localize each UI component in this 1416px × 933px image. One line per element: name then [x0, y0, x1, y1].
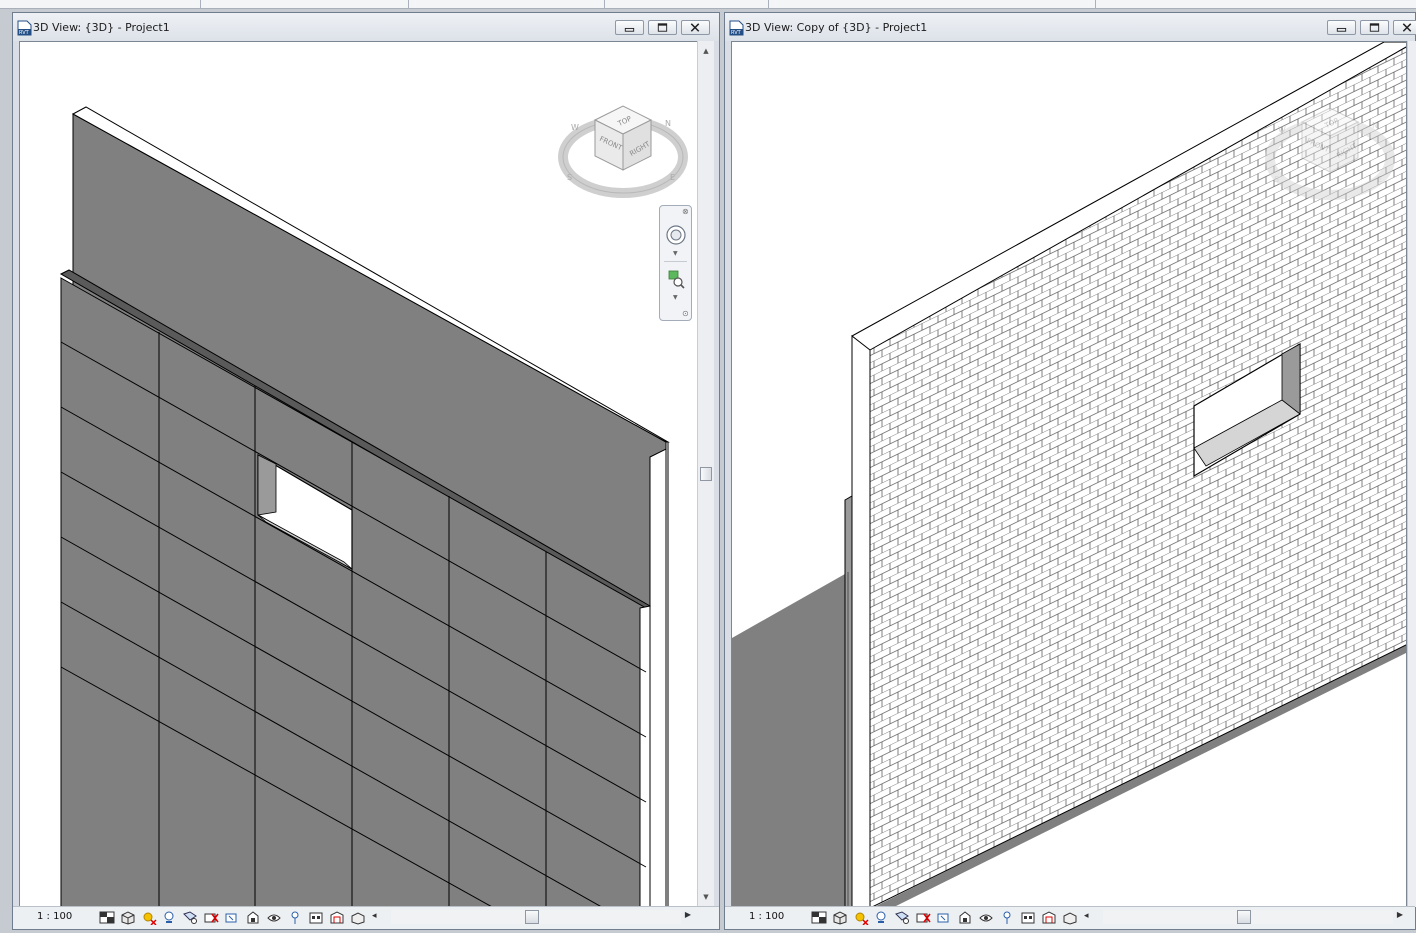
- window-title: 3D View: Copy of {3D} - Project1: [745, 21, 928, 34]
- tab-separator: [1095, 0, 1096, 8]
- tab-separator: [200, 0, 201, 8]
- close-button[interactable]: [681, 20, 710, 35]
- shadows-icon[interactable]: [873, 910, 889, 925]
- horizontal-scroll-thumb[interactable]: [1237, 910, 1251, 924]
- crop-view-icon[interactable]: [915, 910, 931, 925]
- visual-style-icon[interactable]: [120, 910, 136, 925]
- compass-south[interactable]: S: [567, 173, 572, 182]
- restore-icon: [1369, 23, 1380, 32]
- shadows-icon[interactable]: [161, 910, 177, 925]
- detail-level-icon[interactable]: [99, 910, 115, 925]
- compass-west[interactable]: W: [1278, 125, 1286, 134]
- scroll-down-arrow-icon[interactable]: ▼: [698, 891, 714, 903]
- window-title-bar[interactable]: RVT 3D View: Copy of {3D} - Project1: [725, 13, 1416, 41]
- minimize-button[interactable]: [1327, 20, 1356, 35]
- viewcube[interactable]: TOP FRONT RIGHT S E N W: [1262, 92, 1398, 202]
- highlight-displacement-icon[interactable]: [350, 910, 366, 925]
- reveal-hidden-icon[interactable]: [999, 910, 1015, 925]
- view-control-bar-collapse-icon[interactable]: ◂: [372, 911, 377, 921]
- scroll-up-arrow-icon[interactable]: ▲: [698, 45, 714, 57]
- view-control-bar: 1 : 100 ◂ ▶: [725, 906, 1415, 929]
- temporary-hide-icon[interactable]: [266, 910, 282, 925]
- vertical-scrollbar[interactable]: ▲ ▼: [697, 41, 714, 907]
- minimize-icon: [1336, 27, 1347, 32]
- zoom-dropdown-icon[interactable]: ▼: [673, 294, 678, 301]
- top-ribbon-strip: [0, 0, 1416, 9]
- detail-level-icon[interactable]: [811, 910, 827, 925]
- navbar-separator: [664, 261, 687, 262]
- close-icon: [1402, 23, 1412, 32]
- sun-path-icon[interactable]: [141, 910, 157, 925]
- show-crop-icon[interactable]: [224, 910, 240, 925]
- restore-button[interactable]: [1360, 20, 1389, 35]
- minimize-button[interactable]: [615, 20, 644, 35]
- viewcube[interactable]: TOP FRONT RIGHT S E N W: [555, 90, 691, 200]
- view-control-bar-collapse-icon[interactable]: ◂: [1084, 911, 1089, 921]
- vertical-scroll-thumb[interactable]: [700, 467, 712, 481]
- tab-separator: [768, 0, 769, 8]
- navbar-close-icon[interactable]: ⊗: [682, 207, 689, 216]
- render-icon[interactable]: [894, 910, 910, 925]
- view-scale[interactable]: 1 : 100: [749, 911, 784, 922]
- window-title: 3D View: {3D} - Project1: [33, 21, 170, 34]
- file-icon-label: RVT: [731, 30, 742, 36]
- reveal-hidden-icon[interactable]: [287, 910, 303, 925]
- tab-separator: [604, 0, 605, 8]
- restore-button[interactable]: [648, 20, 677, 35]
- analytical-model-icon[interactable]: [329, 910, 345, 925]
- worksharing-icon[interactable]: [308, 910, 324, 925]
- compass-north[interactable]: N: [665, 119, 671, 128]
- vertical-scrollbar[interactable]: [1407, 41, 1416, 907]
- view-scale[interactable]: 1 : 100: [37, 911, 72, 922]
- window-title-bar[interactable]: RVT 3D View: {3D} - Project1: [13, 13, 719, 41]
- horizontal-scrollbar[interactable]: ▶: [1093, 909, 1403, 925]
- crop-view-icon[interactable]: [203, 910, 219, 925]
- compass-west[interactable]: W: [571, 123, 579, 132]
- horizontal-scroll-thumb[interactable]: [525, 910, 539, 924]
- steering-wheel-dropdown-icon[interactable]: ▼: [673, 250, 678, 257]
- render-icon[interactable]: [182, 910, 198, 925]
- visual-style-icon[interactable]: [832, 910, 848, 925]
- close-button[interactable]: [1393, 20, 1416, 35]
- compass-north[interactable]: N: [1372, 121, 1378, 130]
- view-window-copy-3d[interactable]: RVT 3D View: Copy of {3D} - Project1 TOP…: [724, 12, 1416, 930]
- zoom-icon[interactable]: [665, 268, 687, 290]
- show-crop-icon[interactable]: [936, 910, 952, 925]
- highlight-displacement-icon[interactable]: [1062, 910, 1078, 925]
- close-icon: [690, 23, 700, 32]
- minimize-icon: [624, 27, 635, 32]
- analytical-model-icon[interactable]: [1041, 910, 1057, 925]
- view-window-3d[interactable]: RVT 3D View: {3D} - Project1 TOP FRONT R…: [12, 12, 720, 930]
- scroll-right-arrow-icon[interactable]: ▶: [1397, 910, 1403, 919]
- steering-wheel-icon[interactable]: [665, 224, 687, 246]
- view-canvas[interactable]: TOP FRONT RIGHT S E N W: [19, 41, 698, 907]
- compass-south[interactable]: S: [1274, 175, 1279, 184]
- file-icon-label: RVT: [19, 30, 30, 36]
- navigation-bar[interactable]: ⊗ ▼ ▼ ⊙: [659, 205, 692, 321]
- revit-file-icon: RVT: [17, 20, 32, 36]
- temporary-hide-icon[interactable]: [978, 910, 994, 925]
- view-canvas[interactable]: TOP FRONT RIGHT S E N W: [731, 41, 1407, 907]
- sun-path-icon[interactable]: [853, 910, 869, 925]
- tab-separator: [408, 0, 409, 8]
- unlock-view-icon[interactable]: [957, 910, 973, 925]
- scroll-right-arrow-icon[interactable]: ▶: [685, 910, 691, 919]
- navbar-options-icon[interactable]: ⊙: [682, 309, 689, 318]
- unlock-view-icon[interactable]: [245, 910, 261, 925]
- view-control-bar: 1 : 100 ◂ ▶: [13, 906, 719, 929]
- worksharing-icon[interactable]: [1020, 910, 1036, 925]
- compass-east[interactable]: E: [670, 173, 675, 182]
- horizontal-scrollbar[interactable]: ▶: [381, 909, 691, 925]
- compass-east[interactable]: E: [1377, 175, 1382, 184]
- revit-file-icon: RVT: [729, 20, 744, 36]
- restore-icon: [657, 23, 668, 32]
